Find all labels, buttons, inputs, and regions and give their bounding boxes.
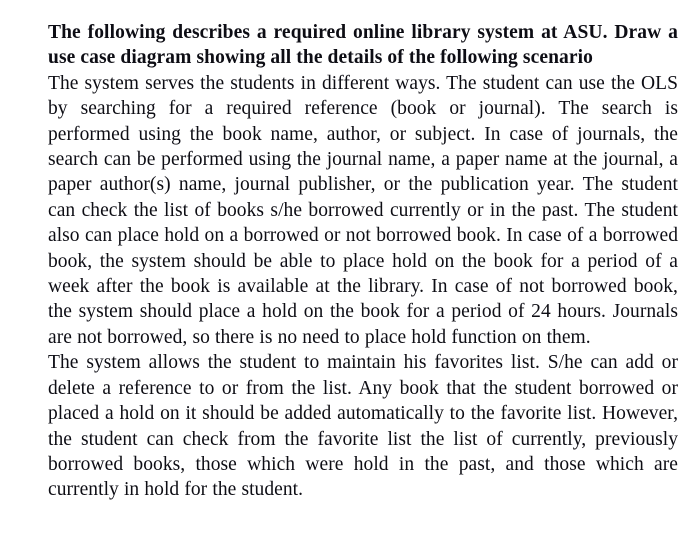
document-heading: The following describes a required onlin… [48,22,678,69]
document-text-block: The following describes a required onlin… [48,20,678,503]
document-page: The following describes a required onlin… [0,0,694,553]
paragraph-favorites-list: The system allows the student to maintai… [48,352,678,501]
paragraph-system-services: The system serves the students in differ… [48,72,678,348]
